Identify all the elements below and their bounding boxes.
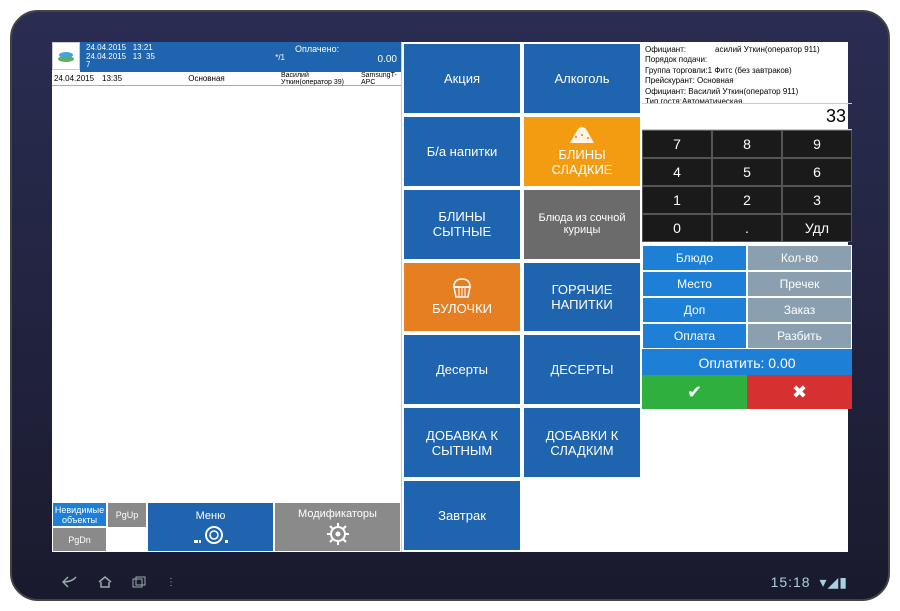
confirm-button[interactable]: ✔ [642,375,747,409]
pgup-button[interactable]: PgUp [107,502,147,528]
precheck-button[interactable]: Пречек [747,271,852,297]
order-columns-header: 24.04.2015 13:35 Основная Василий Уткин(… [52,72,401,86]
gear-icon [326,522,350,546]
category-label: Блюда из сочной курицы [528,212,636,236]
category-добавки-к-сладким[interactable]: ДОБАВКИ К СЛАДКИМ [522,406,642,479]
pay-total-button[interactable]: Оплатить: 0.00 [642,349,852,377]
category-б-а-напитки[interactable]: Б/а напитки [402,115,522,188]
qty-button[interactable]: Кол-во [747,245,852,271]
home-icon[interactable] [98,576,112,588]
category-акция[interactable]: Акция [402,42,522,115]
category-label: Завтрак [438,508,486,523]
key-6[interactable]: 6 [782,158,852,186]
menu-button[interactable]: Меню [147,502,274,552]
key-8[interactable]: 8 [712,130,782,158]
category-label: ДОБАВКА К СЫТНЫМ [408,428,516,458]
key-5[interactable]: 5 [712,158,782,186]
category-блины-сытные[interactable]: БЛИНЫ СЫТНЫЕ [402,188,522,261]
category-label: БЛИНЫ СЫТНЫЕ [408,209,516,239]
right-panel: Официант:асилий Уткин(оператор 911) Поря… [642,42,852,552]
key-Удл[interactable]: Удл [782,214,852,242]
cake-icon [568,125,596,145]
order-info: Официант:асилий Уткин(оператор 911) Поря… [642,42,852,104]
app-logo [52,42,80,70]
addon-button[interactable]: Доп [642,297,747,323]
muffin-icon [450,277,474,299]
modifiers-button[interactable]: Модификаторы [274,502,401,552]
category-label: ДОБАВКИ К СЛАДКИМ [528,428,636,458]
key-3[interactable]: 3 [782,186,852,214]
key-2[interactable]: 2 [712,186,782,214]
clock: 15:18 ▾◢▮ [771,574,848,591]
back-icon[interactable] [62,576,78,588]
pgdn-button[interactable]: PgDn [52,527,107,552]
category-блюда-из-сочной-курицы[interactable]: Блюда из сочной курицы [522,188,642,261]
category-label: Б/а напитки [427,144,498,159]
order-list-area[interactable] [52,86,401,502]
recents-icon[interactable] [132,576,146,588]
split-button[interactable]: Разбить [747,323,852,349]
key-0[interactable]: 0 [642,214,712,242]
category-горячие-напитки[interactable]: ГОРЯЧИЕ НАПИТКИ [522,261,642,334]
close-icon: ✖ [792,382,807,403]
paid-box: Оплачено: 0.00 [291,42,401,72]
check-icon: ✔ [687,382,702,403]
key-7[interactable]: 7 [642,130,712,158]
category-label: БУЛОЧКИ [432,301,492,316]
category-label: Акция [444,71,480,86]
key-.[interactable]: . [712,214,782,242]
category-label: Десерты [436,362,488,377]
category-label: ДЕСЕРТЫ [550,362,613,377]
category-алкоголь[interactable]: Алкоголь [522,42,642,115]
category-label: БЛИНЫ СЛАДКИЕ [528,147,636,177]
category-десерты[interactable]: Десерты [402,333,522,406]
category-завтрак[interactable]: Завтрак [402,479,522,552]
plate-icon [192,524,230,544]
action-buttons: Блюдо Кол-во Место Пречек Доп Заказ Опла… [642,245,852,375]
key-4[interactable]: 4 [642,158,712,186]
category-булочки[interactable]: БУЛОЧКИ [402,261,522,334]
category-label: ГОРЯЧИЕ НАПИТКИ [528,282,636,312]
invisible-objects-button[interactable]: Невидимые объекты [52,502,107,527]
menu-dots-icon[interactable]: ⋮ [166,577,178,588]
wifi-icon: ▾◢▮ [820,574,849,590]
ticket-meta: 24.04.2015 13:21 24.04.2015 13 35 7 */1 [80,42,291,72]
order-button[interactable]: Заказ [747,297,852,323]
key-9[interactable]: 9 [782,130,852,158]
category-добавка-к-сытным[interactable]: ДОБАВКА К СЫТНЫМ [402,406,522,479]
payment-button[interactable]: Оплата [642,323,747,349]
dish-button[interactable]: Блюдо [642,245,747,271]
place-button[interactable]: Место [642,271,747,297]
category-label: Алкоголь [554,71,609,86]
category-блины-сладкие[interactable]: БЛИНЫ СЛАДКИЕ [522,115,642,188]
cancel-button[interactable]: ✖ [747,375,852,409]
category-десерты[interactable]: ДЕСЕРТЫ [522,333,642,406]
quantity-display: 33 [642,104,852,130]
android-nav-bar: ⋮ 15:18 ▾◢▮ [52,573,848,591]
key-1[interactable]: 1 [642,186,712,214]
category-grid: Акция Алкоголь Б/а напитки БЛИНЫ СЛАДКИЕ БЛИ… [402,42,642,552]
numeric-keypad: 789 456 123 0.Удл [642,130,852,242]
left-panel: 24.04.2015 13:21 24.04.2015 13 35 7 */1 … [52,42,402,552]
